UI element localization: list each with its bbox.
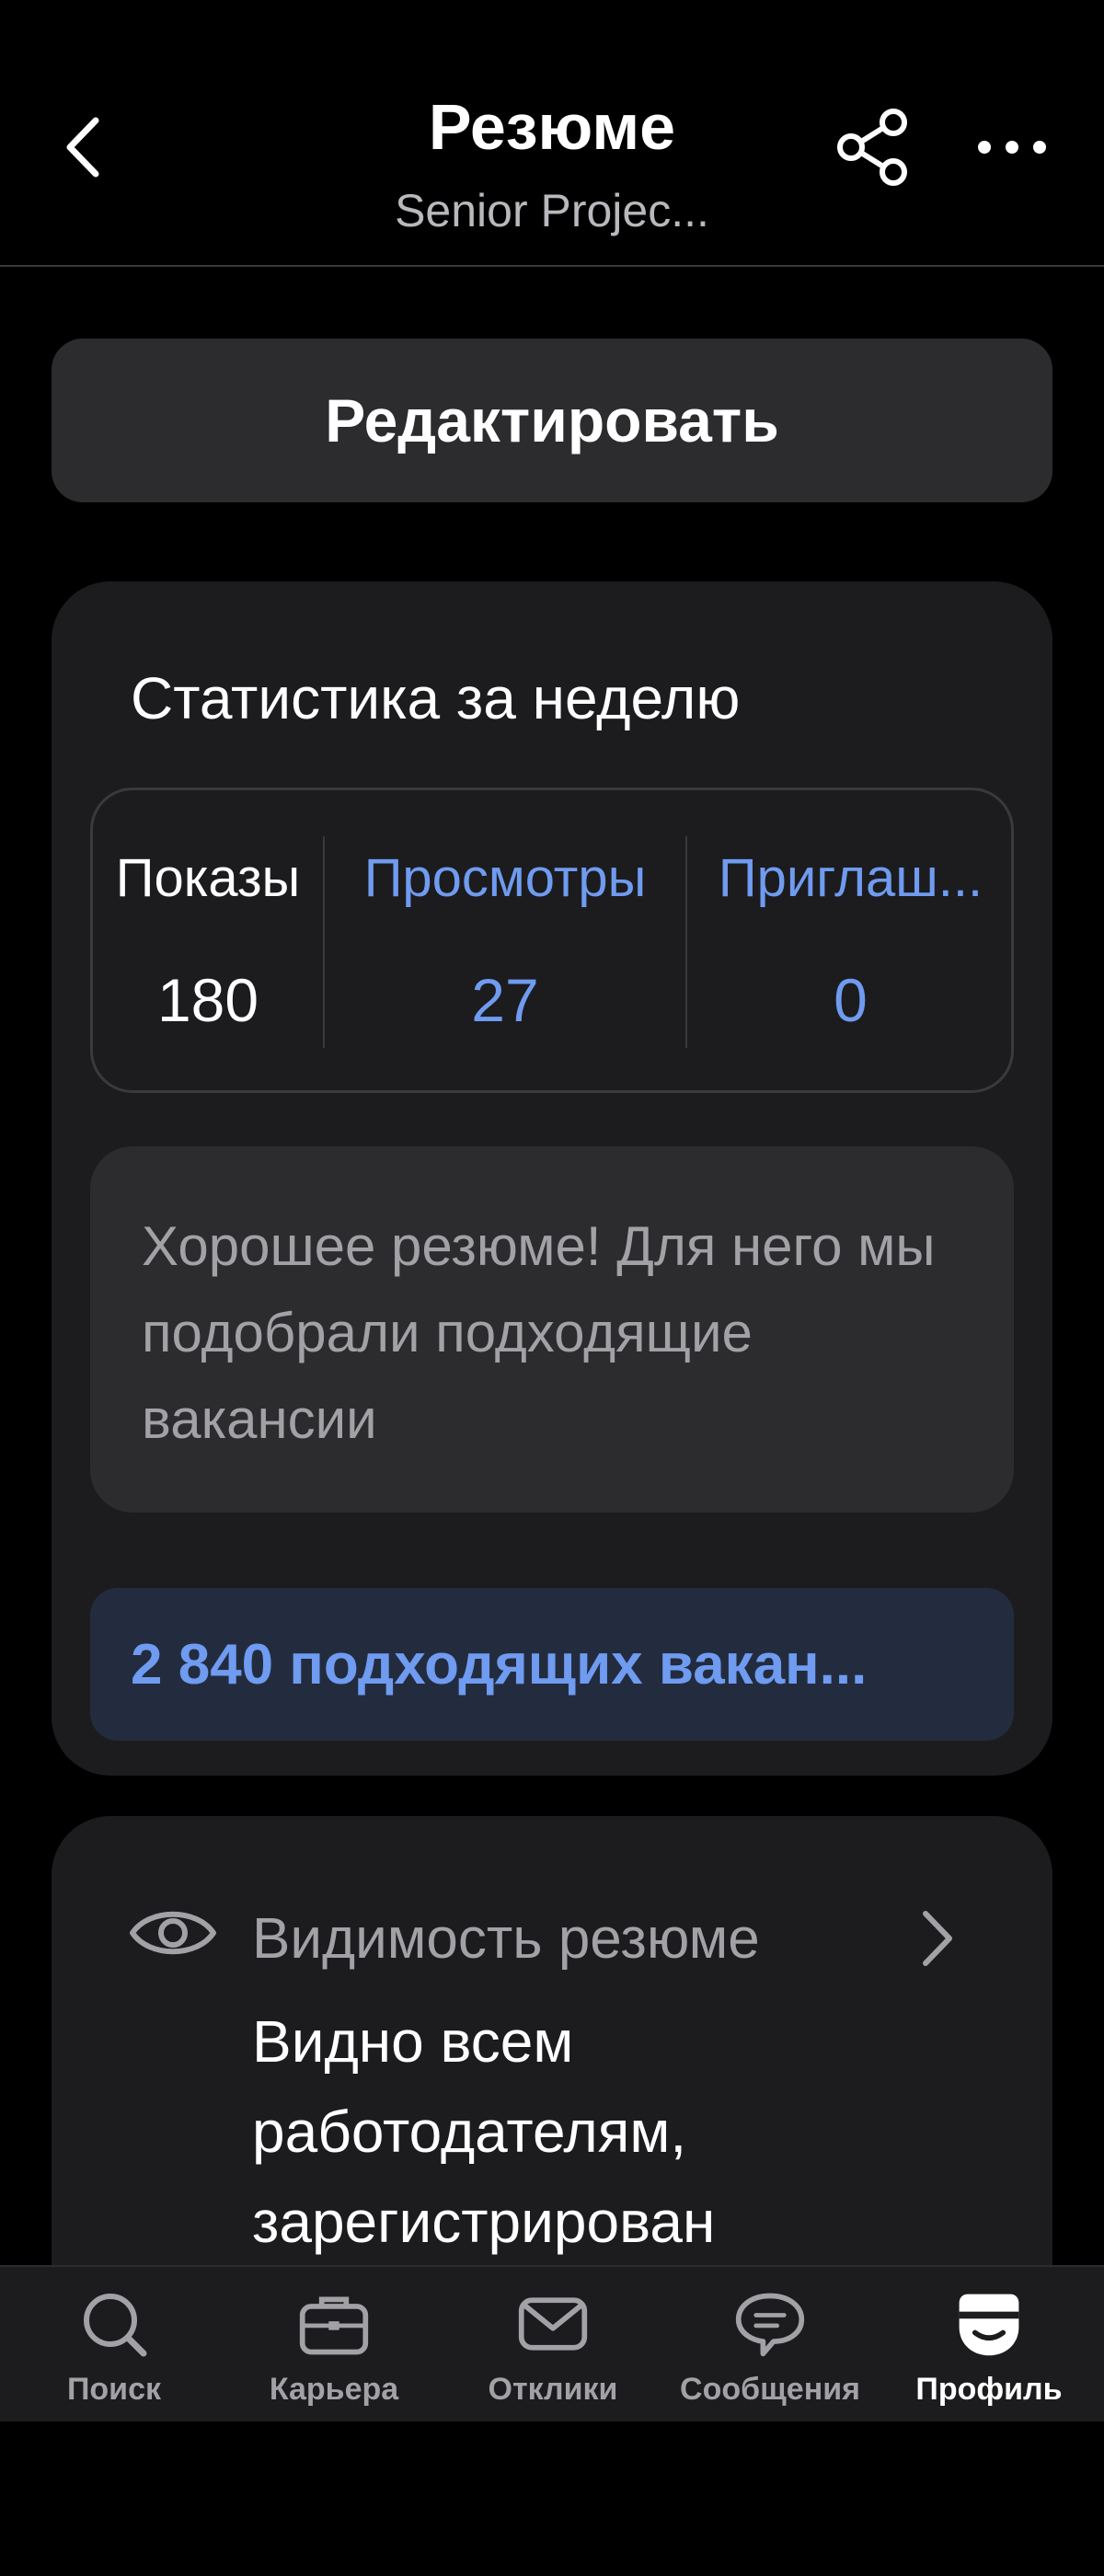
tab-label: Поиск: [66, 2372, 162, 2407]
tab-label: Сообщения: [680, 2372, 860, 2407]
resume-screen: Резюме Senior Projec... Редактировать Ст…: [0, 0, 1104, 2576]
chevron-right-icon: [923, 1911, 952, 1966]
briefcase-icon: [299, 2296, 369, 2355]
visibility-value: Видно всем работодателям, зарегистрирова…: [252, 2008, 716, 2255]
page-title: Резюме: [428, 91, 676, 163]
tab-profile[interactable]: Профиль: [879, 2267, 1099, 2423]
weekly-stats-card: Статистика за неделю Показы 180 Просмотр…: [52, 581, 1052, 1776]
profile-icon: [959, 2294, 1019, 2356]
tab-career[interactable]: Карьера: [224, 2267, 444, 2423]
more-button[interactable]: [971, 115, 1053, 179]
stat-label: Приглаш...: [718, 848, 983, 908]
tab-label: Отклики: [488, 2372, 618, 2407]
matching-vacancies-button[interactable]: 2 840 подходящих вакан...: [90, 1588, 1014, 1741]
stats-title: Статистика за неделю: [131, 665, 741, 731]
resume-feedback-note: Хорошее резюме! Для него мы подобрали по…: [90, 1146, 1014, 1512]
header-divider: [0, 265, 1104, 267]
home-indicator-area: [0, 2421, 1104, 2576]
stat-label: Показы: [115, 848, 301, 908]
stat-value: 27: [471, 966, 539, 1034]
edit-resume-button[interactable]: Редактировать: [52, 339, 1052, 502]
stat-value: 180: [156, 966, 259, 1034]
top-header: Резюме Senior Projec...: [0, 0, 1104, 267]
share-icon: [837, 109, 907, 186]
search-icon: [84, 2294, 147, 2357]
tab-search[interactable]: Поиск: [4, 2267, 224, 2423]
tab-label: Профиль: [915, 2372, 1063, 2407]
stat-invitations[interactable]: Приглаш... 0: [687, 790, 1014, 1090]
tab-messages[interactable]: Сообщения: [660, 2267, 880, 2423]
more-horizontal-icon: [978, 141, 1046, 154]
bottom-tab-bar: Поиск Карьера Отклики Сообщения Профиль: [0, 2265, 1104, 2421]
stat-views[interactable]: Просмотры 27: [325, 790, 685, 1090]
visibility-title: Видимость резюме: [252, 1907, 760, 1971]
stat-label: Просмотры: [363, 848, 647, 908]
eye-icon: [130, 1911, 216, 1955]
stat-impressions: Показы 180: [93, 790, 323, 1090]
chat-icon: [735, 2293, 805, 2357]
share-button[interactable]: [828, 101, 920, 193]
stat-value: 0: [834, 966, 868, 1034]
stats-box: Показы 180 Просмотры 27 Приглаш... 0: [90, 788, 1014, 1093]
page-subtitle: Senior Projec...: [395, 185, 709, 236]
tab-responses[interactable]: Отклики: [443, 2267, 663, 2423]
mail-icon: [518, 2297, 588, 2351]
tab-label: Карьера: [269, 2372, 399, 2407]
